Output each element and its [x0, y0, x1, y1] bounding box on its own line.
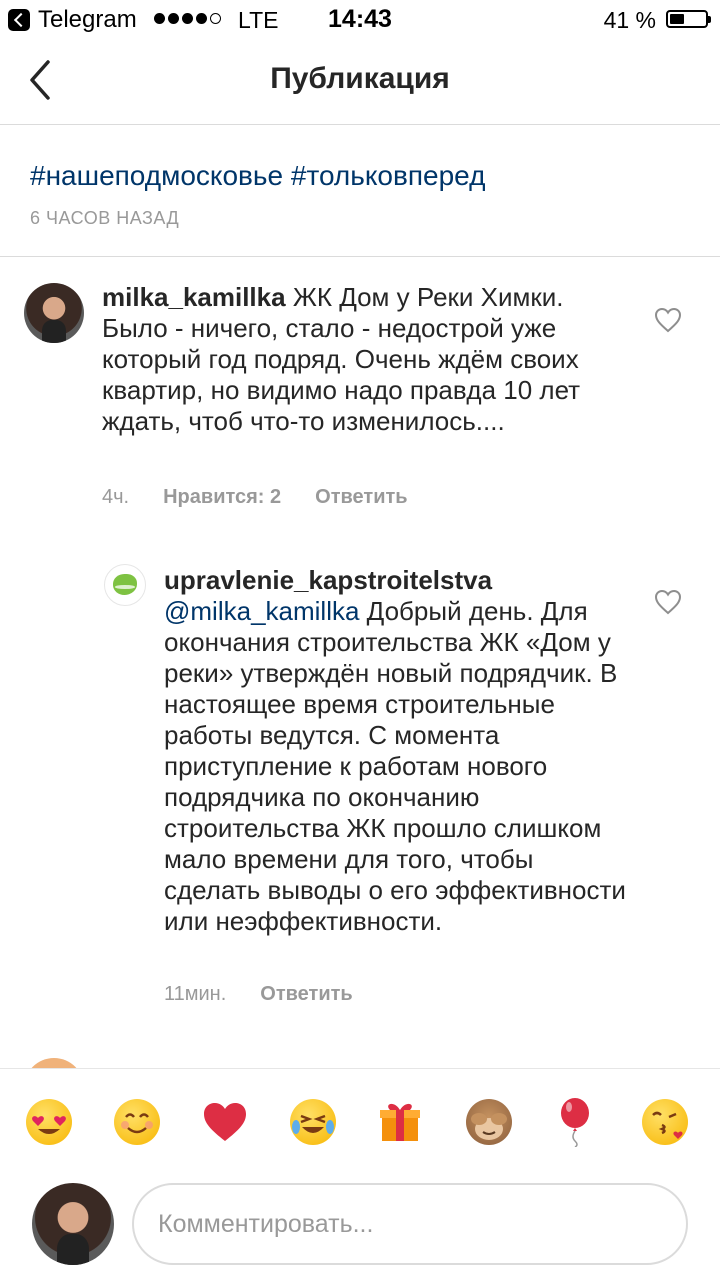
comment-time: 11мин. [164, 983, 227, 1005]
balloon-emoji-icon[interactable] [558, 1097, 592, 1148]
reply-button[interactable]: Ответить [260, 983, 352, 1005]
kissing-heart-emoji-icon[interactable] [642, 1099, 688, 1145]
like-heart-icon[interactable] [654, 307, 682, 333]
comment-input[interactable] [132, 1183, 688, 1265]
see-no-evil-monkey-emoji-icon[interactable] [466, 1099, 512, 1145]
red-heart-emoji-icon[interactable] [202, 1101, 248, 1143]
comment-body: milka_kamillka ЖК Дом у Реки Химки. Было… [102, 282, 632, 437]
page-title: Публикация [270, 62, 450, 95]
comment-username[interactable]: milka_kamillka [102, 282, 286, 312]
battery-icon [666, 10, 711, 28]
heart-eyes-emoji-icon[interactable] [26, 1099, 72, 1145]
battery-percent: 41 % [603, 7, 656, 33]
comment-text: Добрый день. Для окончания строительства… [164, 596, 626, 936]
joy-emoji-icon[interactable] [290, 1099, 336, 1145]
post-timestamp: 6 ЧАСОВ НАЗАД [30, 208, 180, 228]
comment-body: upravlenie_kapstroitelstva @milka_kamillk… [164, 565, 634, 937]
avatar[interactable] [24, 283, 84, 343]
comment-mention[interactable]: @milka_kamillka [164, 596, 359, 626]
divider [0, 256, 720, 257]
like-heart-icon[interactable] [654, 589, 682, 615]
likes-count-link[interactable]: Нравится: 2 [163, 486, 281, 508]
comment-meta: 4ч. Нравится: 2 Ответить [102, 486, 408, 509]
gift-emoji-icon[interactable] [378, 1099, 422, 1143]
post-caption-hashtags[interactable]: #нашеподмосковье #тольковперед [30, 160, 485, 192]
navigation-bar: Публикация [0, 40, 720, 125]
current-user-avatar[interactable] [32, 1183, 114, 1265]
comment-username[interactable]: upravlenie_kapstroitelstva [164, 565, 492, 595]
comment-time: 4ч. [102, 486, 130, 508]
smile-emoji-icon[interactable] [114, 1099, 160, 1145]
comment-meta: 11мин. Ответить [164, 983, 353, 1006]
status-bar: Telegram LTE 14:43 41 % [0, 0, 720, 40]
reply-button[interactable]: Ответить [315, 486, 407, 508]
emoji-quick-bar [0, 1068, 720, 1281]
avatar[interactable] [104, 564, 146, 606]
